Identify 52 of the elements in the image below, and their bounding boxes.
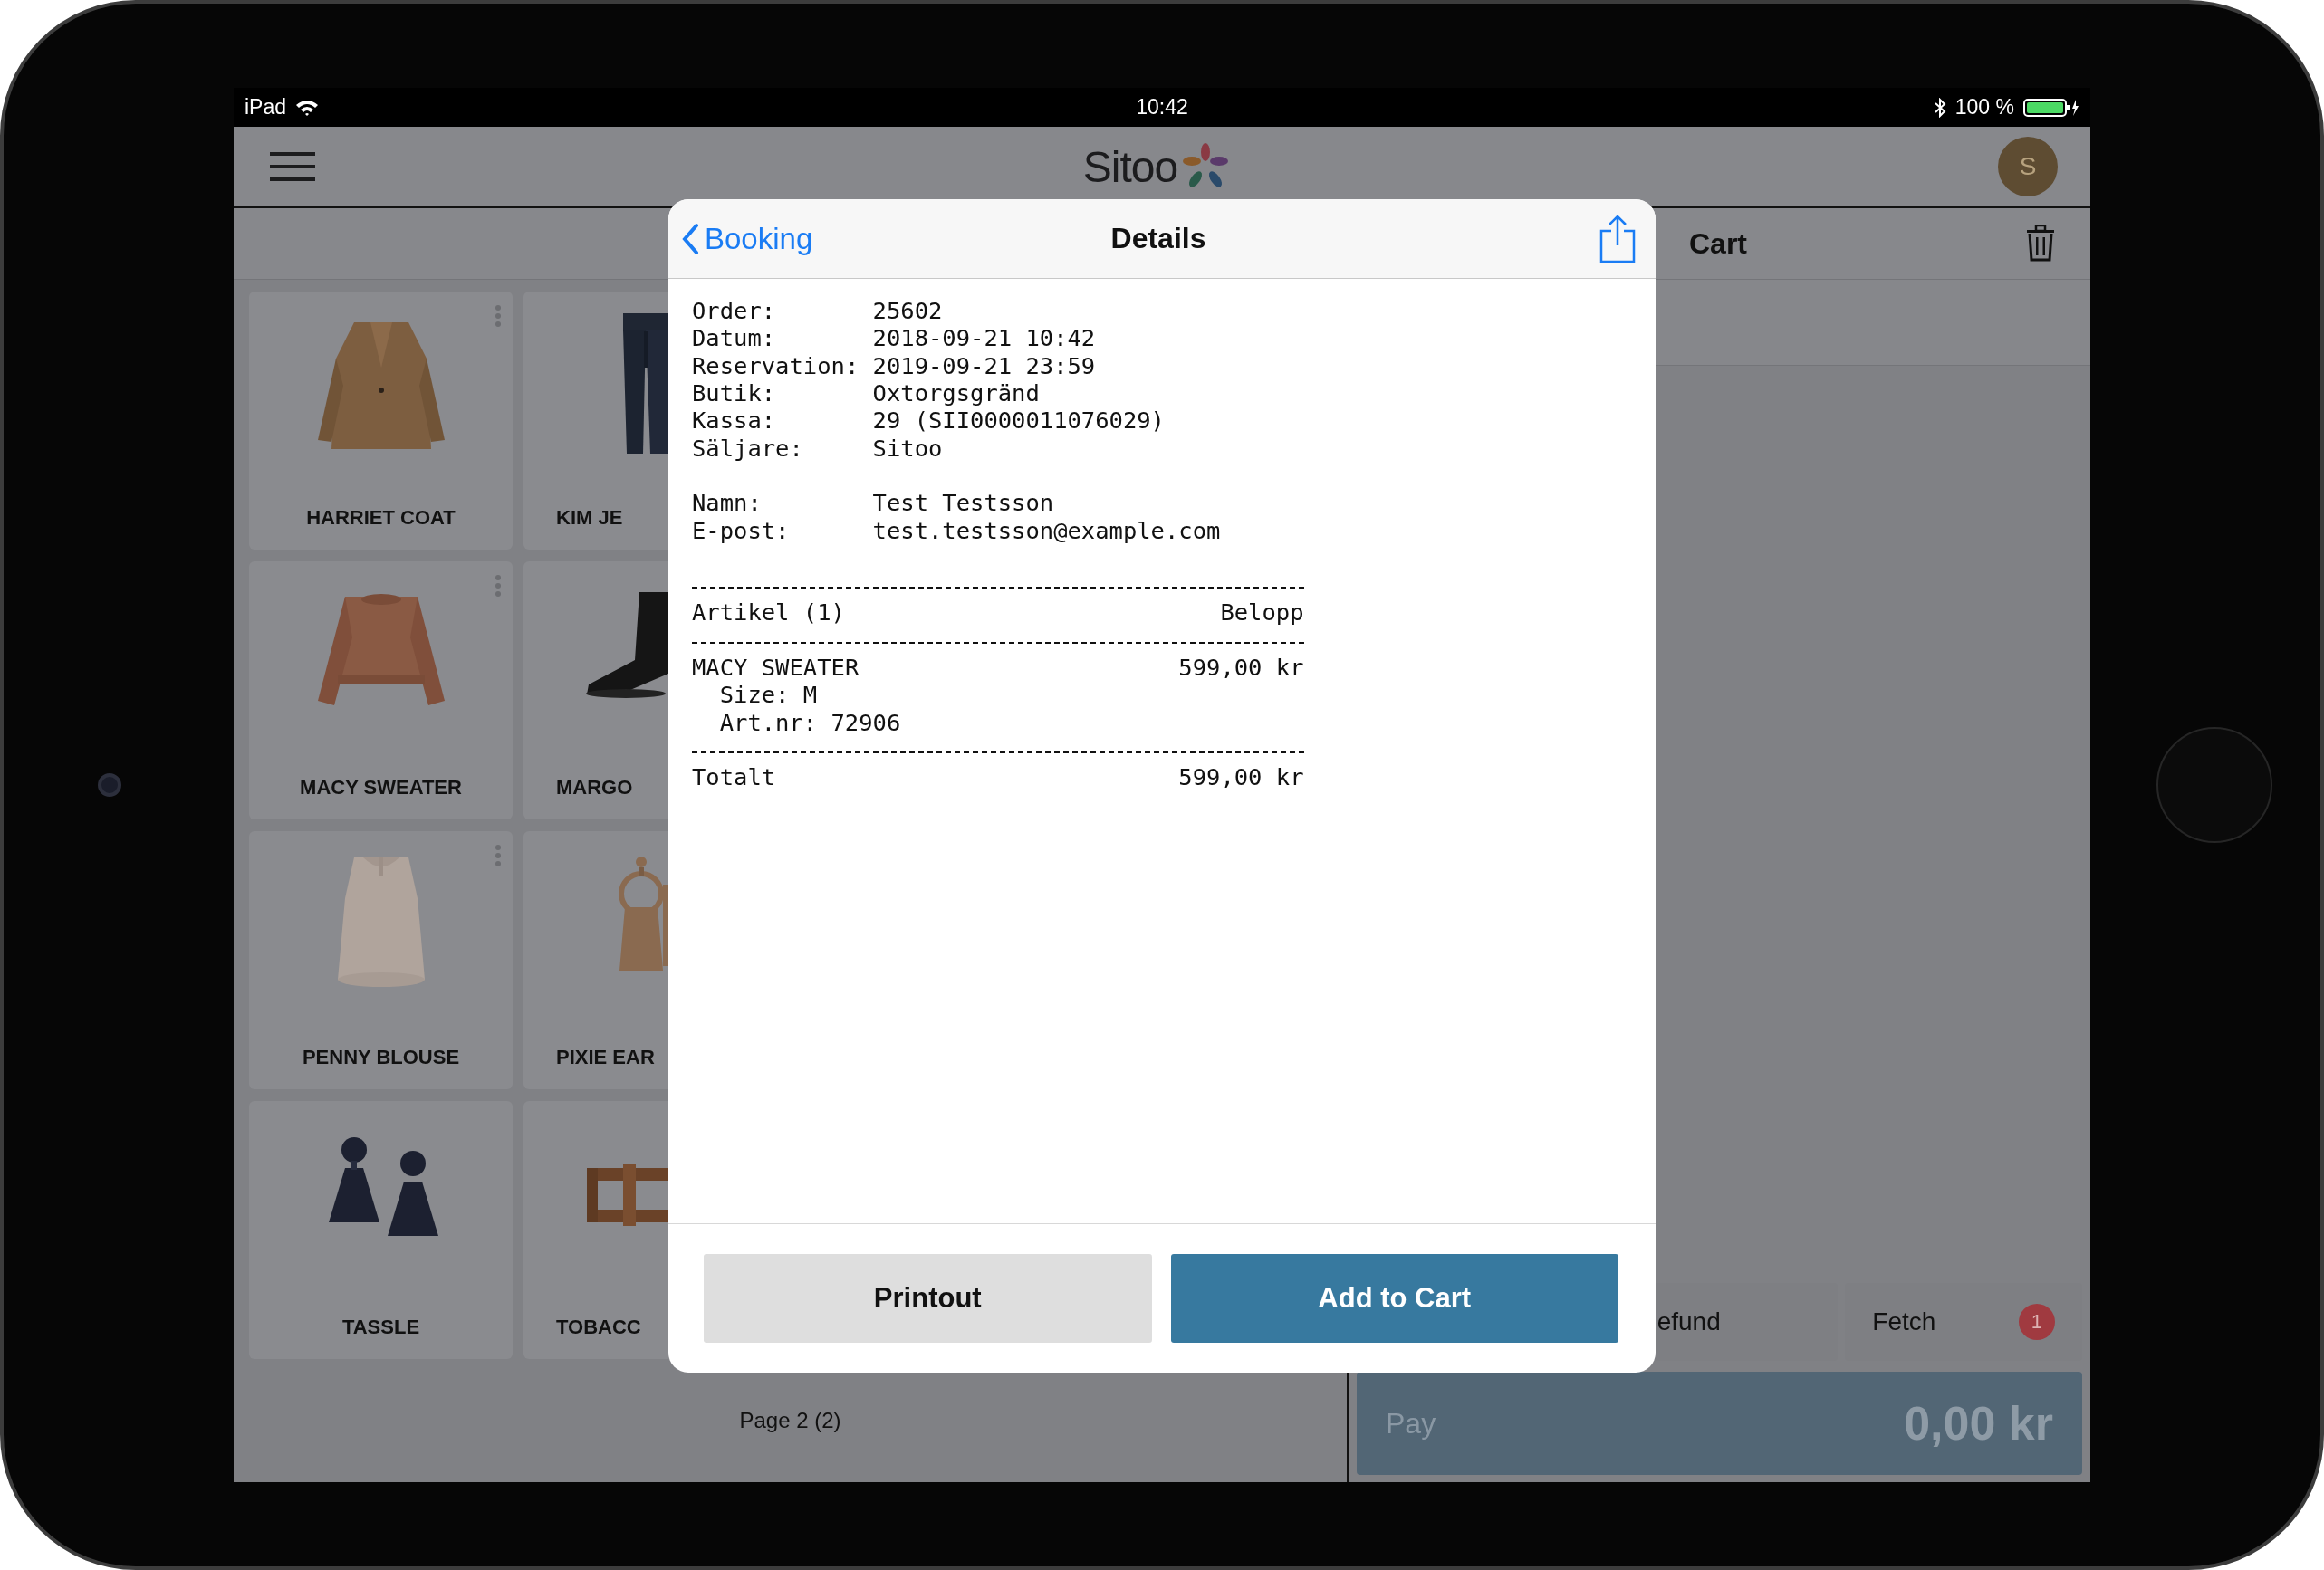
receipt-amount: 599,00 kr (1178, 763, 1304, 791)
count-badge: 1 (2019, 1304, 2055, 1340)
receipt-amount: 599,00 kr (1178, 654, 1304, 681)
share-button[interactable] (1599, 214, 1636, 263)
receipt-label: Datum: (692, 324, 777, 352)
menu-icon[interactable] (270, 150, 315, 183)
receipt-value: Oxtorgsgränd (872, 379, 1040, 407)
camera-icon (98, 773, 121, 797)
product-name: PIXIE EAR (555, 1046, 655, 1069)
product-name: PENNY BLOUSE (302, 1046, 460, 1069)
receipt-label: Order: (692, 297, 777, 325)
receipt-amount: Belopp (1220, 598, 1304, 627)
more-icon[interactable] (495, 844, 502, 867)
clock: 10:42 (1136, 95, 1188, 120)
avatar[interactable]: S (1998, 137, 2058, 196)
wifi-icon (295, 98, 320, 117)
receipt-value: 2019-09-21 23:59 (872, 351, 1096, 379)
receipt-label: Kassa: (692, 407, 777, 435)
product-name: TASSLE (341, 1316, 420, 1339)
receipt-value: Test Testsson (872, 489, 1054, 517)
receipt-value: 25602 (872, 297, 943, 325)
product-card[interactable]: HARRIET COAT (249, 292, 513, 550)
more-icon[interactable] (495, 304, 502, 328)
battery-icon (2023, 97, 2079, 118)
add-to-cart-button[interactable]: Add to Cart (1170, 1254, 1618, 1343)
product-card[interactable]: TASSLE (249, 1101, 513, 1359)
dialog-title: Details (1110, 222, 1206, 255)
chevron-icon (681, 222, 699, 255)
back-button[interactable]: Booking (681, 221, 813, 256)
product-card[interactable]: MACY SWEATER (249, 561, 513, 819)
page-label: Page 2 (2) (739, 1408, 841, 1433)
logo-text: Sitoo (1082, 141, 1178, 192)
receipt-item: Totalt (692, 763, 776, 791)
cart-title: Cart (1689, 226, 1747, 261)
more-icon[interactable] (495, 574, 502, 598)
trash-icon[interactable] (2027, 225, 2054, 262)
receipt-value: Sitoo (872, 434, 943, 462)
receipt-value: 29 (SII0000011076029) (872, 407, 1165, 435)
receipt-value: 2018-09-21 10:42 (872, 324, 1096, 352)
product-name: TOBACC (555, 1316, 641, 1339)
product-name: MARGO (555, 776, 633, 799)
receipt-label: Namn: (692, 489, 763, 517)
bluetooth-icon (1933, 97, 1946, 118)
device-name: iPad (245, 95, 287, 120)
receipt-label: Butik: (692, 379, 777, 407)
receipt-value: test.testsson@example.com (872, 516, 1221, 544)
battery-percent: 100 % (1954, 95, 2014, 120)
printout-button[interactable]: Printout (704, 1254, 1152, 1343)
product-card[interactable]: PENNY BLOUSE (249, 831, 513, 1089)
product-name: KIM JE (555, 506, 623, 530)
product-name: MACY SWEATER (300, 776, 462, 799)
product-name: HARRIET COAT (306, 506, 456, 530)
